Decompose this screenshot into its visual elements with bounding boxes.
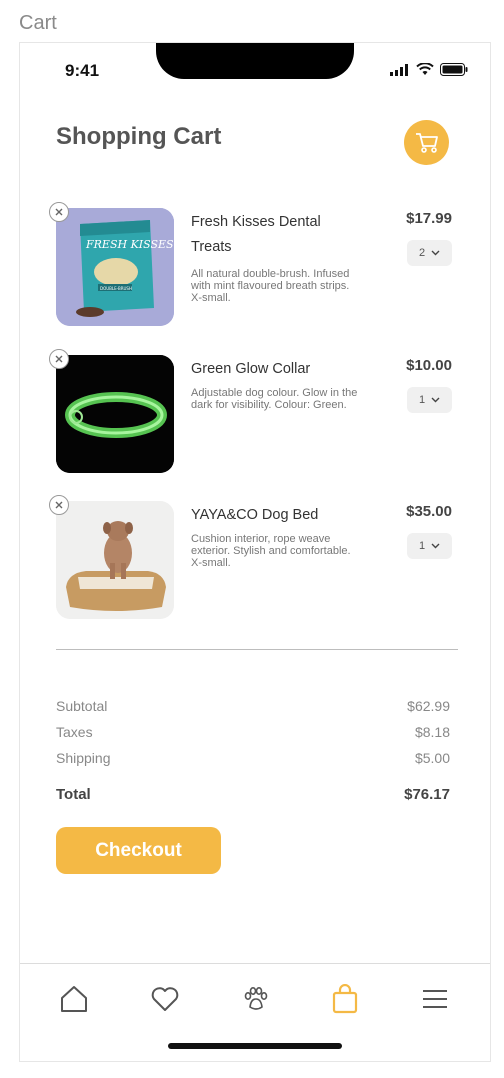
product-image-green-collar xyxy=(56,355,174,473)
close-icon xyxy=(55,208,63,216)
total-label: Total xyxy=(56,786,91,803)
cart-button[interactable] xyxy=(404,120,449,165)
close-icon xyxy=(55,501,63,509)
battery-icon xyxy=(440,63,468,76)
total-row: Total $76.17 xyxy=(56,786,450,803)
item-price: $10.00 xyxy=(406,357,452,374)
checkout-button[interactable]: Checkout xyxy=(56,827,221,874)
quantity-value: 1 xyxy=(418,540,426,552)
subtotal-value: $62.99 xyxy=(407,698,450,714)
item-name: Green Glow Collar xyxy=(191,361,311,377)
item-description: All natural double-brush. Infused with m… xyxy=(191,268,350,304)
notch xyxy=(156,43,354,79)
quantity-select[interactable]: 1 xyxy=(407,533,452,559)
remove-item-button[interactable] xyxy=(49,349,69,369)
package-subtext: DOUBLE-BRUSH xyxy=(100,286,132,291)
tab-menu[interactable] xyxy=(417,981,453,1017)
status-time: 9:41 xyxy=(65,61,100,80)
close-icon xyxy=(55,355,63,363)
item-price: $17.99 xyxy=(406,210,452,227)
paw-icon xyxy=(244,986,268,1010)
taxes-label: Taxes xyxy=(56,724,93,740)
tab-favorites[interactable] xyxy=(147,981,183,1017)
signal-icon xyxy=(390,63,408,76)
cart-item: Green Glow Collar Adjustable dog colour.… xyxy=(49,349,456,475)
product-image-dog-bed xyxy=(56,501,174,619)
item-name: Fresh Kisses Dental Treats xyxy=(191,214,321,255)
product-image-dental-treats: FRESH KISSES DOUBLE-BRUSH xyxy=(56,208,174,326)
shipping-label: Shipping xyxy=(56,750,111,766)
home-icon xyxy=(61,986,87,1012)
taxes-row: Taxes $8.18 xyxy=(56,724,450,740)
shipping-row: Shipping $5.00 xyxy=(56,750,450,766)
tab-cart[interactable] xyxy=(327,981,363,1017)
tab-pets[interactable] xyxy=(237,981,273,1017)
item-price: $35.00 xyxy=(406,503,452,520)
remove-item-button[interactable] xyxy=(49,202,69,222)
wifi-icon xyxy=(416,63,434,75)
cart-item: FRESH KISSES DOUBLE-BRUSH Fresh Kisses D… xyxy=(49,202,456,328)
subtotal-row: Subtotal $62.99 xyxy=(56,698,450,714)
quantity-value: 2 xyxy=(418,247,426,259)
quantity-select[interactable]: 2 xyxy=(407,240,452,266)
phone-screen: 9:41 Shopping Cart FRESH KISSES DOUBLE-B… xyxy=(19,42,491,1062)
divider xyxy=(56,649,458,650)
bag-icon xyxy=(332,984,358,1014)
package-text: FRESH KISSES xyxy=(85,238,174,251)
chevron-down-icon xyxy=(431,397,440,403)
item-name: YAYA&CO Dog Bed xyxy=(191,507,319,523)
quantity-select[interactable]: 1 xyxy=(407,387,452,413)
frame-label: Cart xyxy=(19,12,57,34)
total-value: $76.17 xyxy=(404,786,450,803)
cart-icon xyxy=(415,132,438,153)
shipping-value: $5.00 xyxy=(414,750,450,766)
tab-bar-divider xyxy=(20,963,490,964)
remove-item-button[interactable] xyxy=(49,495,69,515)
taxes-value: $8.18 xyxy=(414,724,450,740)
home-indicator xyxy=(168,1043,342,1049)
cart-item: YAYA&CO Dog Bed Cushion interior, rope w… xyxy=(49,495,456,621)
item-description: Cushion interior, rope weave exterior. S… xyxy=(191,533,351,569)
heart-icon xyxy=(151,987,179,1011)
menu-icon xyxy=(423,990,447,1008)
status-icons xyxy=(390,63,468,76)
chevron-down-icon xyxy=(431,543,440,549)
item-description: Adjustable dog colour. Glow in the dark … xyxy=(191,387,358,411)
quantity-value: 1 xyxy=(418,394,426,406)
tab-home[interactable] xyxy=(56,981,92,1017)
subtotal-label: Subtotal xyxy=(56,698,108,714)
chevron-down-icon xyxy=(431,250,440,256)
page-title: Shopping Cart xyxy=(56,123,222,150)
